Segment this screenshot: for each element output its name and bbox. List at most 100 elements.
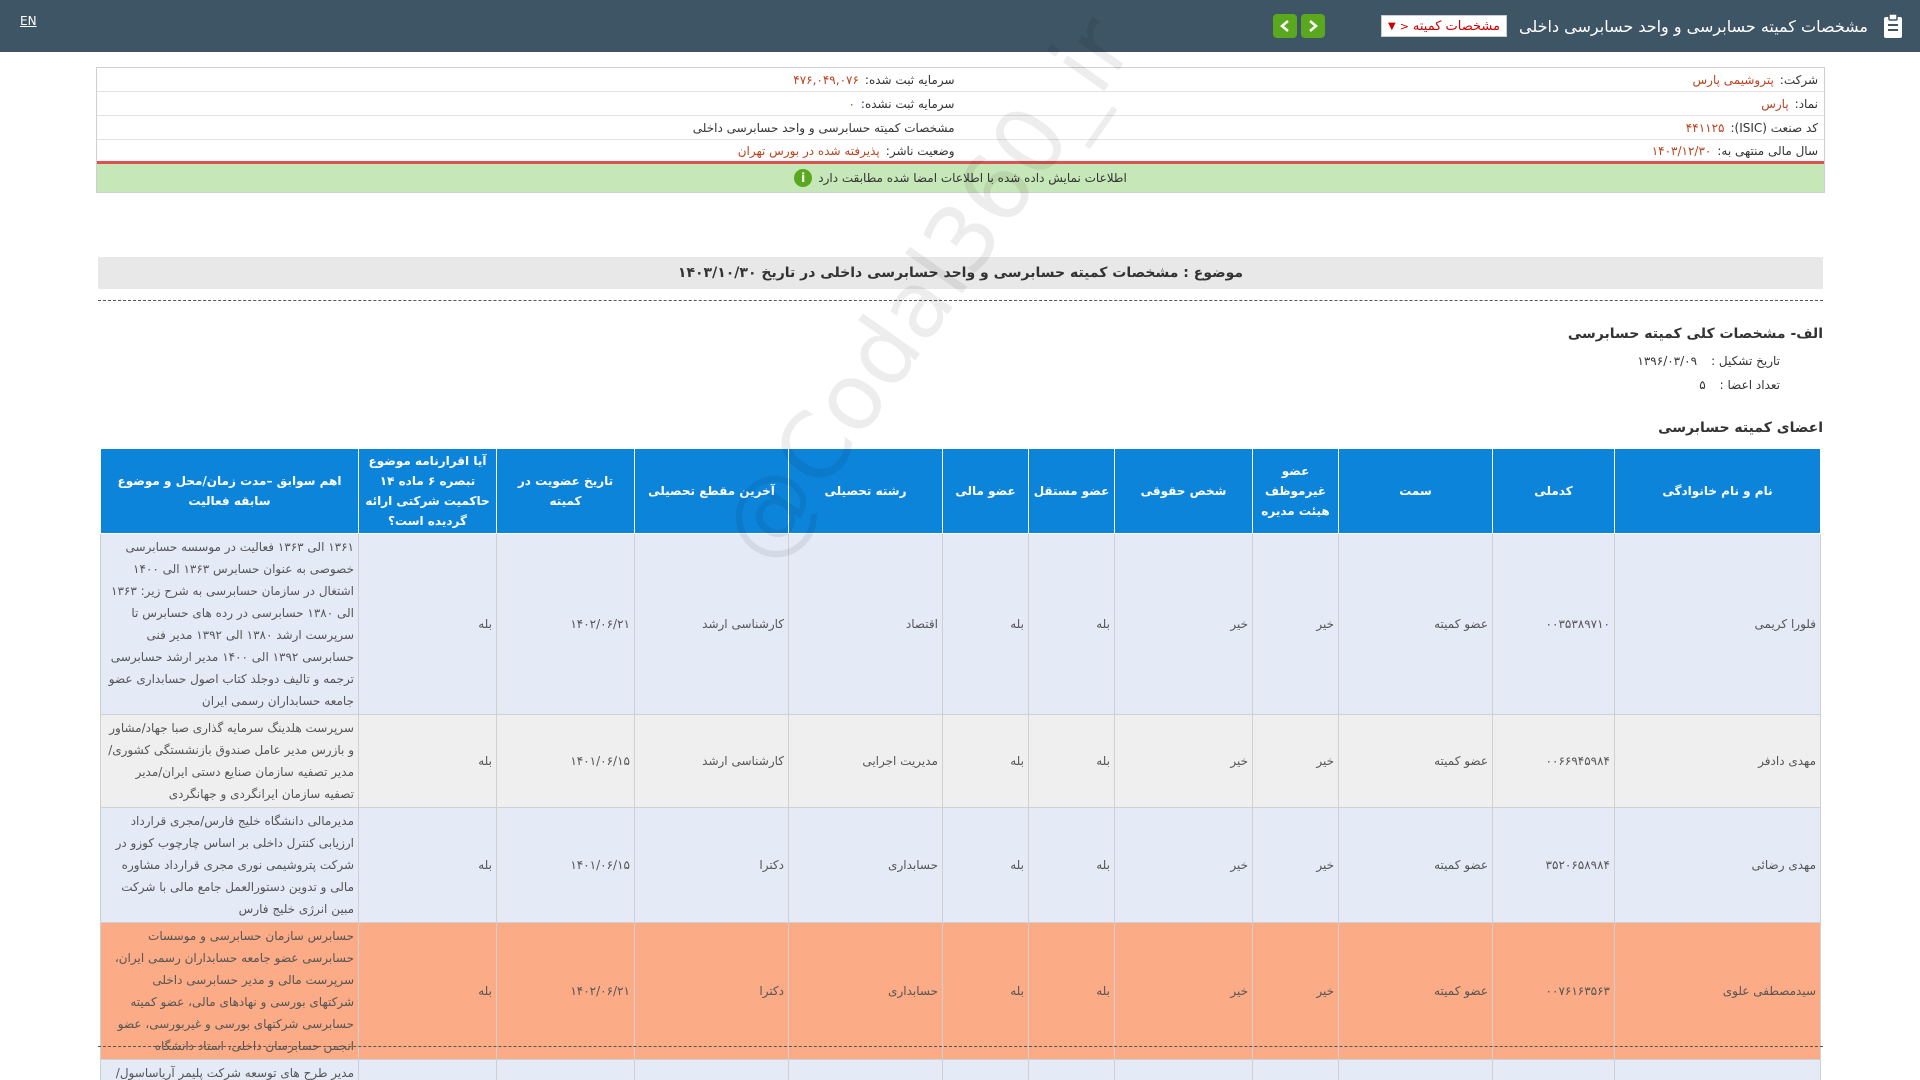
table-cell: فلورا کریمی — [1614, 533, 1821, 715]
table-body: فلورا کریمی ۰۰۳۵۳۸۹۷۱۰ عضو کمیته خیر خیر بله ب… — [100, 533, 1821, 1080]
column-header: عضو مستقل — [1028, 448, 1115, 534]
table-cell: مدیرمالی دانشگاه خلیج فارس/مجری قرارداد … — [100, 807, 359, 923]
table-cell: خیر — [1252, 807, 1339, 923]
table-cell: بله — [1028, 922, 1115, 1060]
next-button[interactable] — [1300, 14, 1325, 38]
symbol-value: پارس — [1761, 96, 1789, 111]
table-cell: بله — [1028, 533, 1115, 715]
table-cell: بله — [942, 714, 1029, 808]
table-cell: خیر — [1114, 807, 1253, 923]
column-header: عضو غیرموظف هیئت مدیره — [1252, 448, 1339, 534]
table-cell: خیر — [1114, 714, 1253, 808]
clipboard-icon — [1882, 12, 1904, 40]
language-toggle[interactable]: EN — [20, 14, 37, 28]
table-cell: ۰۰۳۵۳۸۹۷۱۰ — [1492, 533, 1615, 715]
table-cell: بله — [1028, 714, 1115, 808]
chevron-right-icon — [1309, 20, 1318, 32]
table-cell: خیر — [1252, 533, 1339, 715]
table-cell: ۱۳۶۱ الی ۱۳۶۳ فعالیت در موسسه حسابرسی خص… — [100, 533, 359, 715]
table-cell: مدیریت اجرایی — [788, 714, 943, 808]
publisher-status-value: پذیرفته شده در بورس تهران — [737, 143, 880, 158]
table-cell: ۳۵۲۰۶۵۸۹۸۴ — [1492, 807, 1615, 923]
table-cell: ۰۰۷۰۲۲۸۱۸۳ — [1492, 1059, 1615, 1080]
table-cell: ۱۴۰۲/۰۶/۲۱ — [496, 533, 635, 715]
table-cell: مدیریت استراتژیک — [788, 1059, 943, 1080]
info-row: شرکت: پتروشیمی پارس سرمایه ثبت شده: ۴۷۶,۰۴… — [97, 68, 1824, 92]
table-cell: بله — [942, 533, 1029, 715]
table-row: سیدمصطفی علوی ۰۰۷۶۱۶۳۵۶۳ عضو کمیته خیر خیر بل… — [100, 922, 1821, 1060]
table-header-row: نام و نام خانوادگی کدملی سمت عضو غیرموظف هی… — [100, 448, 1821, 534]
table-cell: خیر — [1114, 533, 1253, 715]
unregistered-capital-value: ۰ — [848, 96, 855, 111]
formation-date-value: ۱۳۹۶/۰۳/۰۹ — [1637, 354, 1698, 368]
table-cell: بله — [358, 922, 497, 1060]
section-a-title: الف- مشخصات کلی کمیته حسابرسی — [1567, 326, 1823, 342]
table-cell: دکترا — [634, 922, 789, 1060]
table-cell: بله — [1252, 1059, 1339, 1080]
table-cell: ۱۴۰۲/۰۶/۲۱ — [496, 922, 635, 1060]
table-cell: نفت و گاز پارسیان — [1114, 1059, 1253, 1080]
table-cell: بله — [358, 533, 497, 715]
company-value: پتروشیمی پارس — [1692, 72, 1774, 87]
table-cell: ۱۴۰۱/۰۶/۱۵ — [496, 807, 635, 923]
table-cell: مهدی رضائی — [1614, 807, 1821, 923]
table-cell: ۱۴۰۱/۰۶/۱۵ — [496, 714, 635, 808]
members-count-row: تعداد اعضا : ۵ — [1699, 378, 1780, 392]
table-cell: بله — [358, 807, 497, 923]
fiscal-year-label: سال مالی منتهی به: — [1717, 143, 1818, 158]
table-row: محمدصالح قزنقلی۰۰۷۰۲۲۸۱۸۳رییس کمیتهبلهنف… — [100, 1059, 1821, 1080]
table-cell: عضو کمیته — [1338, 533, 1493, 715]
unregistered-capital-label: سرمایه ثبت نشده: — [860, 96, 955, 111]
report-title: مشخصات کمیته حسابرسی و واحد حسابرسی داخل… — [692, 120, 955, 135]
info-row: نماد: پارس سرمایه ثبت نشده: ۰ — [97, 92, 1824, 116]
table-cell: خیر — [1114, 922, 1253, 1060]
table-cell: خیر — [1252, 714, 1339, 808]
table-cell: ۰۰۶۶۹۴۵۹۸۴ — [1492, 714, 1615, 808]
table-cell: اقتصاد — [788, 533, 943, 715]
table-cell: ۰۰۷۶۱۶۳۵۶۳ — [1492, 922, 1615, 1060]
previous-button[interactable] — [1272, 14, 1297, 38]
divider — [98, 1046, 1823, 1047]
company-label: شرکت: — [1779, 72, 1818, 87]
isic-label: کد صنعت (ISIC): — [1730, 120, 1818, 135]
report-type-select[interactable]: مشخصات کمیته < ▼ — [1380, 15, 1507, 37]
registered-capital-value: ۴۷۶,۰۴۹,۰۷۶ — [793, 72, 859, 87]
table-row: مهدی دادفر ۰۰۶۶۹۴۵۹۸۴ عضو کمیته خیر خیر بله بل… — [100, 714, 1821, 808]
column-header: کدملی — [1492, 448, 1615, 534]
caret-down-icon: ▼ — [1387, 20, 1396, 32]
members-count-label: تعداد اعضا : — [1719, 378, 1780, 392]
table-cell: خیر — [358, 1059, 497, 1080]
column-header: شخص حقوقی — [1114, 448, 1253, 534]
table-cell: حسابداری — [788, 922, 943, 1060]
table-cell: مدیر طرح های توسعه شرکت پلیمر آریاساسول/… — [100, 1059, 359, 1080]
formation-date-label: تاریخ تشکیل : — [1711, 354, 1780, 368]
table-cell: محمدصالح قزنقلی — [1614, 1059, 1821, 1080]
column-header: عضو مالی — [942, 448, 1029, 534]
table-cell: سرپرست هلدینگ سرمایه گذاری صبا جهاد/مشاو… — [100, 714, 359, 808]
report-type-select-label: مشخصات کمیته — [1412, 18, 1500, 34]
table-cell: رییس کمیته — [1338, 1059, 1493, 1080]
fiscal-year-value: ۱۴۰۳/۱۲/۳۰ — [1651, 143, 1712, 158]
table-cell: دکترا — [634, 1059, 789, 1080]
top-bar: مشخصات کمیته حسابرسی و واحد حسابرسی داخل… — [0, 0, 1920, 52]
table-cell: عضو کمیته — [1338, 807, 1493, 923]
symbol-label: نماد: — [1794, 96, 1818, 111]
table-cell: بله — [942, 807, 1029, 923]
column-header: سمت — [1338, 448, 1493, 534]
page-title: مشخصات کمیته حسابرسی و واحد حسابرسی داخل… — [1518, 16, 1868, 36]
table-cell: دکترا — [634, 807, 789, 923]
members-table: نام و نام خانوادگی کدملی سمت عضو غیرموظف هی… — [100, 448, 1821, 1080]
table-cell: بله — [1028, 807, 1115, 923]
members-title: اعضای کمیته حسابرسی — [1658, 420, 1823, 436]
info-row: کد صنعت (ISIC): ۴۴۱۱۲۵ مشخصات کمیته حسابر… — [97, 116, 1824, 140]
table-cell: ۱۴۰۳/۱۰/۳۰ — [496, 1059, 635, 1080]
table-cell: خیر — [1028, 1059, 1115, 1080]
table-row: فلورا کریمی ۰۰۳۵۳۸۹۷۱۰ عضو کمیته خیر خیر بله ب… — [100, 533, 1821, 715]
table-cell: عضو کمیته — [1338, 714, 1493, 808]
table-cell: بله — [942, 1059, 1029, 1080]
table-cell: سیدمصطفی علوی — [1614, 922, 1821, 1060]
members-count-value: ۵ — [1699, 378, 1706, 392]
info-icon: i — [794, 169, 813, 187]
column-header: تاریخ عضویت در کمیته — [496, 448, 635, 534]
column-header: اهم سوابق –مدت زمان/محل و موضوع سابقه فع… — [100, 448, 359, 534]
